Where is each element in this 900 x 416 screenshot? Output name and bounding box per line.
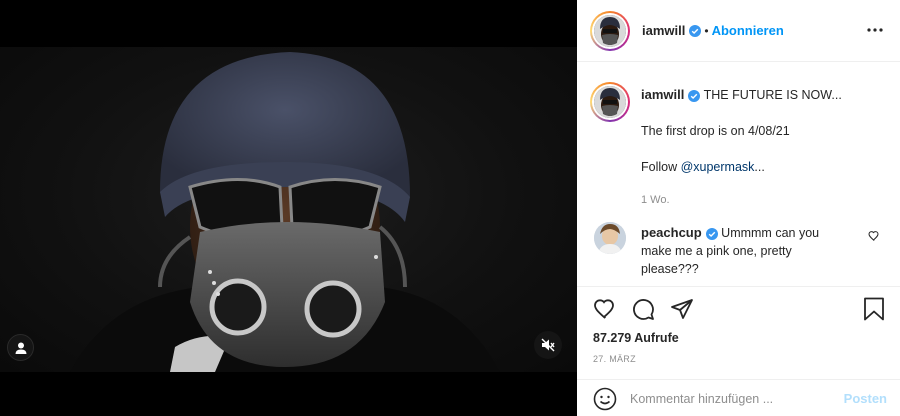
header-meta: iamwill • Abonnieren [642, 23, 784, 38]
follow-button[interactable]: Abonnieren [712, 23, 784, 38]
share-button[interactable] [670, 297, 694, 324]
author-username[interactable]: iamwill [642, 23, 685, 38]
letterbox-bottom [0, 372, 577, 416]
video-frame-illustration [70, 52, 500, 372]
avatar-image [594, 14, 626, 47]
save-button[interactable] [863, 297, 885, 324]
comment-like-button[interactable] [868, 230, 880, 245]
paper-plane-icon [671, 299, 693, 319]
bookmark-icon [864, 297, 884, 321]
tagged-users-button[interactable] [7, 334, 34, 361]
more-horizontal-icon [867, 28, 883, 32]
caption-line-1: THE FUTURE IS NOW... [703, 88, 842, 102]
caption-age[interactable]: 1 Wo. [641, 194, 670, 206]
caption-line-2: The first drop is on 4/08/21 [641, 124, 790, 138]
emoji-smile-icon [593, 387, 617, 410]
commenter-username[interactable]: peachcup [641, 225, 702, 240]
author-avatar[interactable] [590, 10, 630, 51]
add-comment-form: Posten [577, 379, 900, 416]
verified-badge-icon [705, 227, 718, 240]
comment-bubble-icon [633, 299, 654, 320]
user-tag-icon [15, 342, 26, 354]
avatar-image [594, 86, 626, 118]
emoji-button[interactable] [593, 387, 617, 411]
view-count[interactable]: 87.279 Aufrufe [593, 331, 679, 345]
comment-text-block: peachcup Ummmm can you make me a pink on… [641, 224, 851, 278]
separator-dot: • [704, 23, 709, 38]
heart-icon [868, 231, 879, 241]
verified-badge-icon [688, 89, 701, 102]
letterbox-top [0, 0, 577, 47]
commenter-avatar[interactable] [594, 222, 626, 254]
mute-toggle-button[interactable] [534, 331, 562, 359]
video-player[interactable] [0, 47, 577, 372]
more-options-button[interactable] [863, 18, 887, 42]
like-button[interactable] [592, 297, 618, 324]
comments-list[interactable]: iamwill THE FUTURE IS NOW... The first d… [577, 62, 900, 286]
verified-badge-icon [689, 24, 702, 37]
post-side-panel: iamwill • Abonnieren iamwill THE FUTURE … [577, 0, 900, 416]
caption-line-3-suffix: ... [754, 160, 765, 174]
post-media [0, 0, 577, 416]
comment-button[interactable] [631, 297, 655, 324]
speaker-muted-icon [541, 338, 555, 352]
comment-input[interactable] [630, 391, 830, 406]
post-header: iamwill • Abonnieren [577, 0, 900, 62]
avatar-image [594, 222, 626, 254]
caption-text: iamwill THE FUTURE IS NOW... The first d… [641, 86, 881, 209]
caption-line-3-prefix: Follow [641, 160, 681, 174]
post-date[interactable]: 27. MÄRZ [593, 354, 636, 364]
caption-author-avatar[interactable] [590, 82, 630, 122]
post-actions-section: 87.279 Aufrufe 27. MÄRZ Posten [577, 286, 900, 416]
action-bar [592, 297, 887, 323]
heart-icon [594, 299, 614, 319]
post-comment-button[interactable]: Posten [844, 391, 887, 406]
instagram-post-modal: iamwill • Abonnieren iamwill THE FUTURE … [0, 0, 900, 416]
mention-link[interactable]: @xupermask [681, 160, 755, 174]
caption-username[interactable]: iamwill [641, 87, 684, 102]
